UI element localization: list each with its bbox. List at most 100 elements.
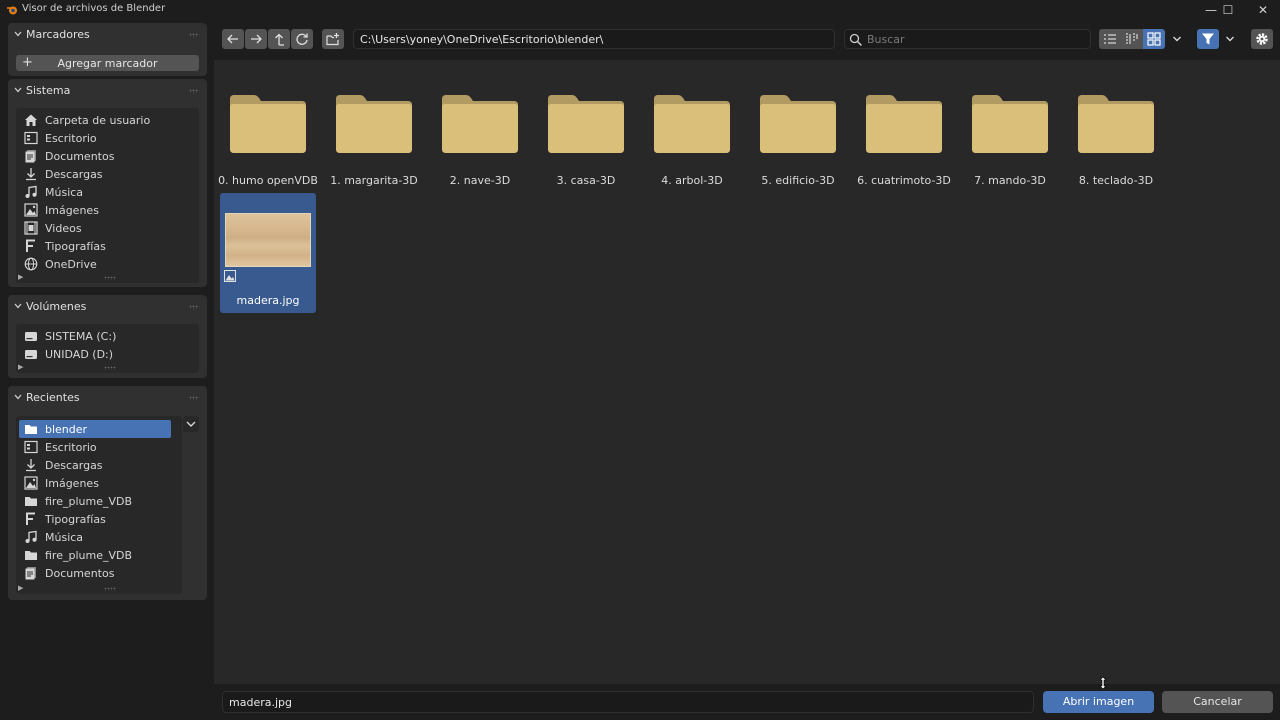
folder-icon bbox=[866, 95, 942, 153]
folder-tile[interactable]: 3. casa-3D bbox=[538, 73, 634, 193]
recent-item-music[interactable]: Música bbox=[16, 528, 182, 546]
sidebar-item-label: UNIDAD (D:) bbox=[45, 348, 114, 361]
file-name-label: 1. margarita-3D bbox=[330, 174, 418, 187]
drag-grip-icon[interactable] bbox=[189, 89, 199, 93]
recent-item-downloads[interactable]: Descargas bbox=[16, 456, 182, 474]
sidebar-item-label: fire_plume_VDB bbox=[45, 495, 133, 508]
folder-tile[interactable]: 0. humo openVDB bbox=[218, 73, 318, 193]
system-item-onedrive[interactable]: OneDrive bbox=[16, 255, 199, 273]
system-item-documents[interactable]: Documentos bbox=[16, 147, 199, 165]
list-resize-handle[interactable]: ▶ bbox=[18, 273, 201, 281]
system-item-downloads[interactable]: Descargas bbox=[16, 165, 199, 183]
settings-button[interactable] bbox=[1251, 29, 1273, 49]
maximize-button[interactable]: ☐ bbox=[1211, 0, 1245, 20]
folder-tile[interactable]: 6. cuatrimoto-3D bbox=[856, 73, 952, 193]
recent-item-fire-plume-2[interactable]: fire_plume_VDB bbox=[16, 546, 182, 564]
system-header[interactable]: Sistema bbox=[8, 79, 207, 103]
sidebar-item-label: Tipografías bbox=[45, 513, 106, 526]
volume-item-d[interactable]: UNIDAD (D:) bbox=[16, 345, 199, 363]
drag-grip-icon[interactable] bbox=[189, 305, 199, 309]
folder-tile[interactable]: 2. nave-3D bbox=[432, 73, 528, 193]
filter-toggle-button[interactable] bbox=[1197, 29, 1219, 49]
filename-input[interactable]: madera.jpg bbox=[222, 691, 1034, 713]
music-icon bbox=[25, 530, 37, 543]
forward-button[interactable] bbox=[245, 29, 267, 49]
sidebar-item-label: Música bbox=[45, 531, 84, 544]
file-name-label: 3. casa-3D bbox=[556, 174, 616, 187]
volumes-header[interactable]: Volúmenes bbox=[8, 295, 207, 319]
list-resize-handle[interactable]: ▶ bbox=[18, 363, 201, 371]
resize-grip-icon bbox=[104, 587, 116, 591]
resize-grip-icon bbox=[104, 366, 116, 370]
sidebar-item-label: Documentos bbox=[45, 567, 115, 580]
system-panel: Sistema Carpeta de usuario Escritorio Do… bbox=[8, 79, 207, 287]
recent-options-dropdown[interactable] bbox=[183, 416, 199, 432]
cancel-button[interactable]: Cancelar bbox=[1162, 691, 1273, 713]
system-item-music[interactable]: Música bbox=[16, 183, 199, 201]
close-button[interactable]: ✕ bbox=[1246, 0, 1280, 20]
folder-icon bbox=[25, 425, 37, 434]
back-button[interactable] bbox=[222, 29, 244, 49]
drive-icon bbox=[25, 332, 37, 341]
folder-tile[interactable]: 4. arbol-3D bbox=[644, 73, 740, 193]
file-name-label: 5. edificio-3D bbox=[761, 174, 835, 187]
recent-item-images[interactable]: Imágenes bbox=[16, 474, 182, 492]
folder-icon bbox=[548, 95, 624, 153]
search-placeholder: Buscar bbox=[867, 33, 905, 46]
add-bookmark-button[interactable]: + Agregar marcador bbox=[16, 55, 199, 71]
folder-tile[interactable]: 5. edificio-3D bbox=[750, 73, 846, 193]
folder-tile[interactable]: 7. mando-3D bbox=[962, 73, 1058, 193]
expand-triangle-icon: ▶ bbox=[18, 273, 24, 281]
sidebar-item-label: Documentos bbox=[45, 150, 115, 163]
display-settings-dropdown[interactable] bbox=[1169, 29, 1185, 49]
file-browser-area[interactable]: 0. humo openVDB 1. margarita-3D 2. nave-3D… bbox=[214, 60, 1280, 684]
folder-tile[interactable]: 8. teclado-3D bbox=[1068, 73, 1164, 193]
recent-title: Recientes bbox=[26, 391, 80, 404]
system-item-desktop[interactable]: Escritorio bbox=[16, 129, 199, 147]
system-item-fonts[interactable]: Tipografías bbox=[16, 237, 199, 255]
refresh-button[interactable] bbox=[291, 29, 313, 49]
thumbnail-view-button[interactable] bbox=[1143, 29, 1165, 49]
sidebar-item-label: Carpeta de usuario bbox=[45, 114, 151, 127]
system-item-user-folder[interactable]: Carpeta de usuario bbox=[16, 111, 199, 129]
horizontal-list-view-button[interactable] bbox=[1121, 29, 1143, 49]
title-bar: Visor de archivos de Blender — ☐ ✕ bbox=[0, 0, 1280, 20]
download-icon bbox=[26, 459, 36, 472]
drag-grip-icon[interactable] bbox=[189, 396, 199, 400]
vertical-list-view-button[interactable] bbox=[1099, 29, 1121, 49]
filter-settings-dropdown[interactable] bbox=[1222, 29, 1238, 49]
system-item-images[interactable]: Imágenes bbox=[16, 201, 199, 219]
recent-item-desktop[interactable]: Escritorio bbox=[16, 438, 182, 456]
recent-item-blender[interactable]: blender bbox=[19, 420, 171, 438]
recent-item-fonts[interactable]: Tipografías bbox=[16, 510, 182, 528]
documents-icon bbox=[25, 567, 36, 580]
new-folder-button[interactable] bbox=[322, 29, 344, 49]
sidebar-item-label: fire_plume_VDB bbox=[45, 549, 133, 562]
search-input[interactable]: Buscar bbox=[844, 29, 1091, 49]
drag-grip-icon[interactable] bbox=[189, 33, 199, 37]
bookmarks-header[interactable]: Marcadores bbox=[8, 23, 207, 47]
bookmarks-panel: Marcadores + Agregar marcador bbox=[8, 23, 207, 76]
list-resize-handle[interactable]: ▶ bbox=[18, 584, 184, 592]
folder-tile[interactable]: 1. margarita-3D bbox=[326, 73, 422, 193]
sidebar-item-label: blender bbox=[45, 423, 88, 436]
folder-icon bbox=[336, 95, 412, 153]
file-name-label: 8. teclado-3D bbox=[1078, 174, 1154, 187]
volume-item-c[interactable]: SISTEMA (C:) bbox=[16, 327, 199, 345]
chevron-down-icon bbox=[1173, 36, 1181, 42]
toolbar: C:\Users\yoney\OneDrive\Escritorio\blend… bbox=[214, 20, 1280, 60]
recent-item-documents[interactable]: Documentos bbox=[16, 564, 182, 582]
sidebar-item-label: Música bbox=[45, 186, 84, 199]
file-tile[interactable]: madera.jpg bbox=[220, 193, 316, 313]
recent-item-fire-plume-1[interactable]: fire_plume_VDB bbox=[16, 492, 182, 510]
parent-directory-button[interactable] bbox=[268, 29, 290, 49]
directory-path-input[interactable]: C:\Users\yoney\OneDrive\Escritorio\blend… bbox=[353, 29, 835, 49]
refresh-icon bbox=[296, 33, 308, 45]
folder-icon bbox=[1078, 95, 1154, 153]
open-image-button[interactable]: Abrir imagen bbox=[1043, 691, 1154, 713]
system-item-videos[interactable]: Videos bbox=[16, 219, 199, 237]
blender-logo-icon bbox=[7, 6, 17, 15]
recent-header[interactable]: Recientes bbox=[8, 386, 207, 410]
arrow-up-icon bbox=[275, 33, 284, 46]
file-name-label: 0. humo openVDB bbox=[218, 174, 318, 187]
